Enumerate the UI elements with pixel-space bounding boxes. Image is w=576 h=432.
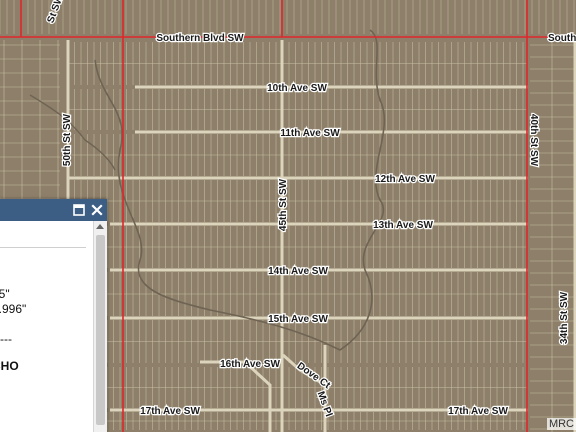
label-17th-ave-right: 17th Ave SW [448, 406, 508, 417]
popup-body: 4 65" 8.996" ----- CHO [0, 221, 93, 432]
label-12th-ave: 12th Ave SW [375, 174, 435, 185]
popup-divider [0, 247, 86, 248]
popup-header [0, 199, 107, 221]
label-13th-ave: 13th Ave SW [373, 220, 433, 231]
label-40th-st: 40th St SW [528, 114, 539, 167]
label-15th-ave: 15th Ave SW [268, 314, 328, 325]
popup-separator: ----- [0, 332, 12, 346]
label-34th-st: 34th St SW [559, 291, 570, 344]
scroll-up-arrow-icon[interactable] [96, 224, 104, 229]
label-southern-blvd: Southern Blvd SW [156, 33, 244, 44]
scroll-thumb[interactable] [96, 235, 105, 425]
popup-longitude: 8.996" [0, 302, 27, 316]
popup-owner: CHO [0, 359, 19, 373]
label-17th-ave-left: 17th Ave SW [140, 406, 200, 417]
label-16th-ave: 16th Ave SW [220, 359, 280, 370]
label-11th-ave: 11th Ave SW [280, 128, 340, 139]
popup-latitude: 65" [0, 287, 10, 301]
close-icon[interactable] [90, 203, 104, 217]
map-attribution: MRC [546, 418, 576, 430]
info-popup[interactable]: 4 65" 8.996" ----- CHO [0, 199, 107, 432]
maximize-icon[interactable] [72, 203, 86, 217]
label-14th-ave: 14th Ave SW [268, 266, 328, 277]
label-50th-st: 50th St SW [62, 113, 73, 166]
label-southern-right: South [548, 33, 576, 44]
label-45th-st: 45th St SW [278, 178, 289, 231]
popup-scrollbar[interactable] [93, 221, 107, 432]
label-10th-ave: 10th Ave SW [267, 83, 327, 94]
